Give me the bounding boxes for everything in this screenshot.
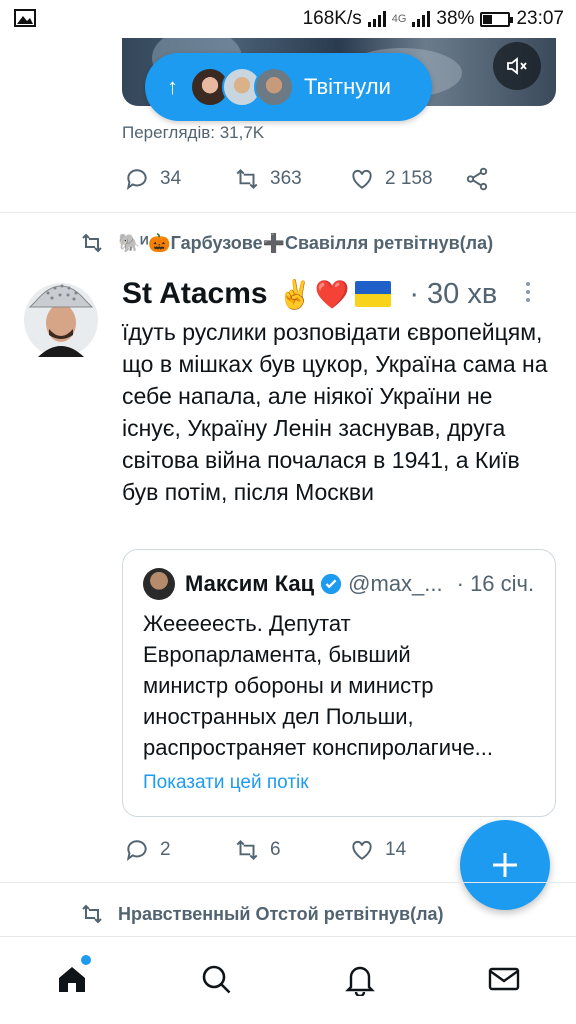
- notifications-icon: [345, 966, 375, 996]
- like-button[interactable]: 14: [349, 837, 406, 863]
- view-count: Переглядів: 31,7K: [122, 123, 265, 142]
- retweet-icon: [236, 168, 258, 190]
- reply-count: 2: [160, 839, 171, 860]
- nav-messages[interactable]: [484, 959, 524, 999]
- tweet-text: їдуть руслики розповідати європейцям, що…: [122, 319, 548, 505]
- new-content-dot: [81, 955, 91, 965]
- home-icon: [59, 967, 85, 992]
- retweeters-avatars: [190, 67, 294, 107]
- quoted-text-line: Жееееесть. Депутат: [143, 611, 351, 636]
- quoted-text-line: распространяет конспиролагиче...: [143, 735, 494, 760]
- like-count: 2 158: [385, 168, 433, 189]
- signal-icon: [367, 11, 386, 27]
- status-bar: 168K/s 4G 38% 23:07: [0, 0, 576, 38]
- show-thread-link[interactable]: Показати цей потік: [143, 772, 309, 794]
- reply-button[interactable]: 2: [124, 837, 234, 863]
- retweet-icon: [82, 233, 102, 253]
- like-button[interactable]: 2 158: [349, 166, 464, 192]
- retweeted-by-line[interactable]: Нравственный Отстой ретвітнув(ла): [80, 902, 444, 926]
- gallery-icon: [14, 9, 36, 27]
- quoted-tweet-text: Жееееесть. Депутат Европарламента, бывши…: [143, 608, 543, 763]
- messages-icon: [488, 967, 520, 991]
- network-type: 4G: [391, 13, 407, 25]
- retweet-button[interactable]: 363: [234, 166, 349, 192]
- quoted-tweet-time: · 16 січ.: [456, 571, 535, 596]
- ukraine-flag-icon: [355, 281, 392, 307]
- nav-search[interactable]: [196, 959, 236, 999]
- retweet-count: 363: [270, 168, 302, 189]
- more-options-icon[interactable]: [516, 278, 540, 306]
- mute-icon: [507, 57, 527, 75]
- search-icon: [202, 965, 231, 994]
- tweet-header: St Atacms ✌️❤️ · 30 хв: [122, 274, 562, 314]
- author-name[interactable]: St Atacms: [122, 277, 268, 311]
- mute-button[interactable]: [493, 42, 541, 90]
- share-icon: [466, 167, 488, 191]
- tweet-actions: 2 6 14: [124, 837, 444, 863]
- reply-icon: [126, 840, 147, 861]
- battery-percent: 38%: [436, 8, 475, 29]
- divider: [0, 882, 576, 883]
- quoted-tweet-header: Максим Кац @max_... · 16 січ.: [143, 568, 543, 600]
- quoted-text-line: министр обороны и министр: [143, 673, 434, 698]
- quoted-author-handle: @max_...: [348, 571, 443, 596]
- retweet-button[interactable]: 6: [234, 837, 349, 863]
- heart-icon: [352, 840, 372, 860]
- quoted-tweet[interactable]: Максим Кац @max_... · 16 січ. Жееееесть.…: [122, 549, 556, 817]
- quoted-text-line: Европарламента, бывший: [143, 642, 411, 667]
- retweet-icon: [236, 839, 258, 861]
- retweeted-by-label: Нравственный Отстой ретвітнув(ла): [118, 903, 444, 924]
- network-speed: 168K/s: [302, 8, 362, 29]
- previous-tweet-actions: 34 363 2 158: [124, 166, 494, 192]
- signal-icon-2: [412, 11, 431, 27]
- retweet-count: 6: [270, 839, 281, 860]
- verified-badge-icon: [321, 573, 342, 595]
- quoted-author-name: Максим Кац: [185, 571, 315, 596]
- avatar: [143, 568, 175, 600]
- compose-tweet-button[interactable]: [460, 820, 550, 910]
- retweet-icon: [82, 904, 102, 924]
- heart-icon: [352, 169, 372, 189]
- nav-notifications[interactable]: [340, 959, 380, 999]
- arrow-up-icon: ↑: [167, 74, 178, 99]
- author-avatar[interactable]: [22, 271, 100, 359]
- avatar: [254, 67, 294, 107]
- retweeted-by-line[interactable]: 🐘ᴻ🎃Гарбузове➕Свавілля ретвітнув(ла): [80, 231, 493, 255]
- compose-icon: [493, 853, 517, 877]
- retweeted-label: Твітнули: [304, 74, 391, 99]
- reply-count: 34: [160, 168, 182, 189]
- status-indicators: 168K/s 4G 38% 23:07: [303, 7, 564, 31]
- author-emoji: ✌️❤️: [277, 278, 352, 310]
- clock: 23:07: [516, 8, 564, 29]
- retweeted-by-pill[interactable]: ↑ Твітнули: [145, 53, 432, 121]
- quoted-text-line: иностранных дел Польши,: [143, 704, 414, 729]
- share-button[interactable]: [464, 166, 490, 192]
- reply-icon: [126, 169, 147, 190]
- retweeted-by-label: 🐘ᴻ🎃Гарбузове➕Свавілля ретвітнув(ла): [118, 232, 494, 253]
- reply-button[interactable]: 34: [124, 166, 234, 192]
- bottom-navigation: [0, 936, 576, 1024]
- like-count: 14: [385, 839, 407, 860]
- divider: [0, 212, 576, 213]
- battery-icon: [480, 11, 514, 27]
- nav-home[interactable]: [52, 959, 92, 999]
- tweet-time[interactable]: · 30 хв: [409, 278, 497, 311]
